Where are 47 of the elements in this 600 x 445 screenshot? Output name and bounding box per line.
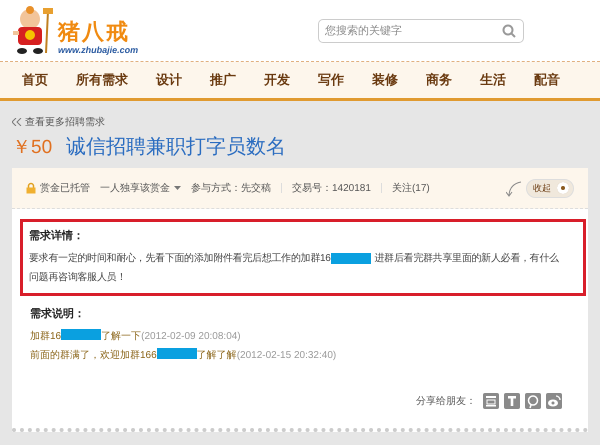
nav-link[interactable]: 装修 bbox=[372, 71, 398, 89]
follow-link[interactable]: 关注(17) bbox=[392, 181, 430, 195]
redaction-block bbox=[61, 329, 102, 340]
nav-link[interactable]: 设计 bbox=[156, 71, 182, 89]
nav-link[interactable]: 开发 bbox=[264, 71, 290, 89]
logo-url: www.zhubajie.com bbox=[58, 44, 138, 54]
reward-mode-dropdown[interactable]: 一人独享该赏金 bbox=[100, 181, 181, 195]
search-icon bbox=[502, 24, 516, 38]
nav-link[interactable]: 商务 bbox=[426, 71, 452, 89]
caret-icon bbox=[174, 186, 181, 190]
search-field[interactable]: 您搜索的关键字 bbox=[318, 18, 524, 42]
redaction-block bbox=[156, 348, 197, 359]
nav-link[interactable]: 生活 bbox=[480, 71, 506, 89]
redaction-block bbox=[330, 253, 371, 264]
trade-number: 交易号：1420181 bbox=[292, 182, 371, 195]
collapse-toggle[interactable]: 收起 bbox=[526, 178, 574, 198]
nav-link[interactable]: 首页 bbox=[22, 71, 48, 89]
nav-link[interactable]: 写作 bbox=[318, 71, 344, 89]
back-link[interactable]: 查看更多招聘需求 bbox=[25, 115, 105, 129]
share-icon[interactable] bbox=[504, 393, 520, 409]
note-text: 加群16 bbox=[30, 331, 62, 342]
share-label: 分享给朋友： bbox=[416, 394, 476, 408]
section-heading: 需求说明： bbox=[30, 306, 86, 321]
task-title: 诚信招聘兼职打字员数名 bbox=[66, 135, 286, 160]
section-heading: 需求详情： bbox=[29, 228, 85, 243]
nav-link[interactable]: 推广 bbox=[210, 71, 236, 89]
logo-wordmark: 猪八戒 bbox=[58, 20, 131, 44]
timestamp: (2012-02-09 20:08:04) bbox=[141, 331, 241, 342]
mascot-drawing bbox=[10, 4, 56, 56]
detail-text: 进群后看完群共享里面的新人必看，有什么 bbox=[374, 252, 559, 266]
detail-text: 要求有一定的时间和耐心，先看下面的添加附件看完后想工作的加群16 bbox=[29, 252, 331, 266]
price: ￥50 bbox=[12, 136, 52, 160]
note-text: 了解了解 bbox=[196, 350, 237, 361]
share-icon[interactable] bbox=[546, 393, 562, 409]
double-chevron-icon bbox=[12, 118, 22, 126]
escrow-status: 赏金已托管 bbox=[40, 182, 90, 195]
detail-text: 问题再咨询客服人员！ bbox=[29, 270, 126, 285]
curved-arrow-icon bbox=[506, 180, 522, 198]
timestamp: (2012-02-15 20:32:40) bbox=[236, 350, 336, 361]
share-icon[interactable] bbox=[483, 393, 499, 409]
nav-link[interactable]: 所有需求 bbox=[76, 71, 128, 89]
lock-icon bbox=[26, 182, 36, 194]
note-text: 前面的群满了，欢迎加群166 bbox=[30, 350, 157, 361]
nav-link[interactable]: 配音 bbox=[534, 71, 560, 89]
share-icon[interactable] bbox=[525, 393, 541, 409]
note-text: 了解一下 bbox=[101, 331, 142, 342]
participation-mode: 参与方式：先交稿 bbox=[191, 182, 271, 195]
